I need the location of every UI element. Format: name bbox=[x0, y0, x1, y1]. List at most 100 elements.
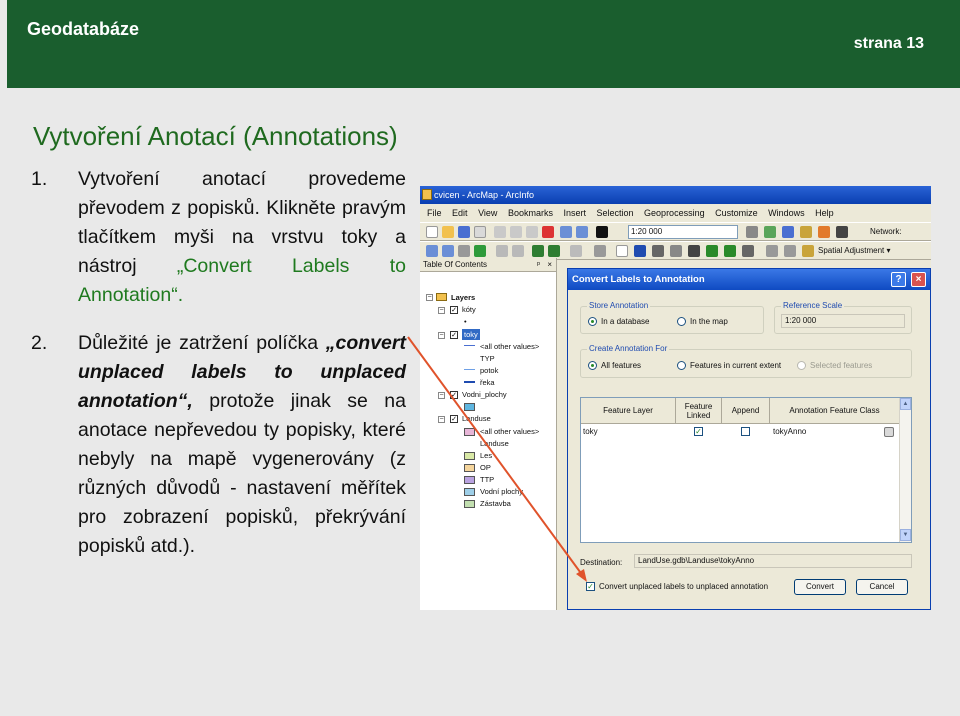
editor-icon[interactable] bbox=[746, 226, 758, 238]
menu-selection[interactable]: Selection bbox=[597, 208, 634, 218]
scroll-down-icon[interactable]: ▼ bbox=[900, 529, 911, 541]
menu-insert[interactable]: Insert bbox=[563, 208, 586, 218]
new-icon[interactable] bbox=[426, 226, 438, 238]
toc-layer-koty[interactable]: kóty bbox=[462, 304, 476, 315]
html-popup-icon[interactable] bbox=[724, 245, 736, 257]
polygon-symbol bbox=[464, 452, 475, 460]
page-number: strana 13 bbox=[853, 35, 924, 52]
clear-selection-icon[interactable] bbox=[594, 245, 606, 257]
hyperlink-icon[interactable] bbox=[706, 245, 718, 257]
group-label: Reference Scale bbox=[781, 301, 845, 310]
toc-layer-landuse[interactable]: Landuse bbox=[462, 413, 491, 424]
cancel-button[interactable]: Cancel bbox=[856, 579, 908, 595]
window-titlebar: cvicen - ArcMap - ArcInfo bbox=[420, 186, 931, 204]
feature-linked-checkbox[interactable]: ✓ bbox=[694, 427, 703, 436]
delete-icon[interactable] bbox=[542, 226, 554, 238]
select-elements-icon[interactable] bbox=[616, 245, 628, 257]
layer-checkbox[interactable]: ✓ bbox=[450, 415, 458, 423]
grid-scrollbar[interactable]: ▲ ▼ bbox=[899, 398, 911, 542]
zoom-in-icon[interactable] bbox=[426, 245, 438, 257]
destination-field: LandUse.gdb\Landuse\tokyAnno bbox=[634, 554, 912, 568]
convert-unplaced-checkbox[interactable]: ✓ bbox=[586, 582, 595, 591]
time-slider-icon[interactable] bbox=[742, 245, 754, 257]
cell-annotation-class[interactable]: tokyAnno bbox=[771, 425, 871, 438]
column-header[interactable]: Annotation Feature Class bbox=[770, 398, 900, 424]
menu-edit[interactable]: Edit bbox=[452, 208, 468, 218]
list-item-1: 1. Vytvoření anotací provedeme převodem z… bbox=[31, 165, 406, 310]
undo-icon[interactable] bbox=[560, 226, 572, 238]
collapse-icon[interactable]: − bbox=[438, 392, 445, 399]
properties-icon[interactable] bbox=[884, 427, 894, 437]
destination-label: Destination: bbox=[580, 558, 623, 567]
zoom-out-icon[interactable] bbox=[442, 245, 454, 257]
layers-icon bbox=[436, 293, 447, 301]
toc-layer-vodni-plochy[interactable]: Vodni_plochy bbox=[462, 389, 507, 400]
python-icon[interactable] bbox=[836, 226, 848, 238]
open-icon[interactable] bbox=[442, 226, 454, 238]
paste-icon[interactable] bbox=[526, 226, 538, 238]
find-route-icon[interactable] bbox=[670, 245, 682, 257]
save-icon[interactable] bbox=[458, 226, 470, 238]
append-checkbox[interactable] bbox=[741, 427, 750, 436]
toc-field: TYP bbox=[480, 354, 495, 363]
slide-header: Geodatabáze strana 13 bbox=[7, 0, 960, 88]
cell-feature-layer: toky bbox=[583, 427, 598, 436]
layer-checkbox[interactable]: ✓ bbox=[450, 391, 458, 399]
menu-windows[interactable]: Windows bbox=[768, 208, 805, 218]
back-icon[interactable] bbox=[532, 245, 544, 257]
in-database-radio[interactable] bbox=[588, 317, 597, 326]
redo-icon[interactable] bbox=[576, 226, 588, 238]
spatial-adjustment-menu[interactable]: Spatial Adjustment ▾ bbox=[818, 246, 891, 255]
layer-checkbox[interactable]: ✓ bbox=[450, 306, 458, 314]
adjust-icon[interactable] bbox=[802, 245, 814, 257]
identify-icon[interactable] bbox=[634, 245, 646, 257]
help-icon[interactable]: ? bbox=[891, 272, 906, 287]
menu-bookmarks[interactable]: Bookmarks bbox=[508, 208, 553, 218]
copy-icon[interactable] bbox=[510, 226, 522, 238]
column-header[interactable]: Feature Layer bbox=[581, 398, 676, 424]
collapse-icon[interactable]: − bbox=[438, 332, 445, 339]
layer-icon[interactable] bbox=[764, 226, 776, 238]
collapse-icon[interactable]: − bbox=[438, 416, 445, 423]
menu-help[interactable]: Help bbox=[815, 208, 834, 218]
features-in-extent-radio[interactable] bbox=[677, 361, 686, 370]
layer-checkbox[interactable]: ✓ bbox=[450, 331, 458, 339]
menu-file[interactable]: File bbox=[427, 208, 442, 218]
fixed-zoom-out-icon[interactable] bbox=[512, 245, 524, 257]
collapse-icon[interactable]: − bbox=[426, 294, 433, 301]
menu-customize[interactable]: Customize bbox=[715, 208, 758, 218]
arctoolbox-icon[interactable] bbox=[818, 226, 830, 238]
toc-layers[interactable]: Layers bbox=[451, 292, 475, 303]
scroll-up-icon[interactable]: ▲ bbox=[900, 398, 911, 410]
menu-view[interactable]: View bbox=[478, 208, 497, 218]
print-icon[interactable] bbox=[474, 226, 486, 238]
scale-combo[interactable]: 1:20 000 bbox=[628, 225, 738, 239]
pin-icon[interactable]: ᵖ bbox=[537, 258, 540, 272]
in-map-radio[interactable] bbox=[677, 317, 686, 326]
measure-icon[interactable] bbox=[688, 245, 700, 257]
layer-grid: Feature Layer Feature Linked Append Anno… bbox=[580, 397, 912, 543]
select-features-icon[interactable] bbox=[570, 245, 582, 257]
catalog-icon[interactable] bbox=[782, 226, 794, 238]
close-icon[interactable]: × bbox=[547, 258, 552, 272]
pan-icon[interactable] bbox=[458, 245, 470, 257]
add-data-icon[interactable] bbox=[596, 226, 608, 238]
toc-layer-toky[interactable]: toky bbox=[462, 329, 480, 340]
view-icon[interactable] bbox=[766, 245, 778, 257]
column-header[interactable]: Append bbox=[722, 398, 770, 424]
collapse-icon[interactable]: − bbox=[438, 307, 445, 314]
close-icon[interactable]: × bbox=[911, 272, 926, 287]
convert-button[interactable]: Convert bbox=[794, 579, 846, 595]
fixed-zoom-in-icon[interactable] bbox=[496, 245, 508, 257]
column-header[interactable]: Feature Linked bbox=[676, 398, 722, 424]
radio-label: All features bbox=[601, 361, 642, 370]
all-features-radio[interactable] bbox=[588, 361, 597, 370]
cut-icon[interactable] bbox=[494, 226, 506, 238]
menu-geoprocessing[interactable]: Geoprocessing bbox=[644, 208, 705, 218]
find-icon[interactable] bbox=[652, 245, 664, 257]
forward-icon[interactable] bbox=[548, 245, 560, 257]
polygon-symbol bbox=[464, 428, 475, 436]
search-icon[interactable] bbox=[800, 226, 812, 238]
swipe-icon[interactable] bbox=[784, 245, 796, 257]
full-extent-icon[interactable] bbox=[474, 245, 486, 257]
